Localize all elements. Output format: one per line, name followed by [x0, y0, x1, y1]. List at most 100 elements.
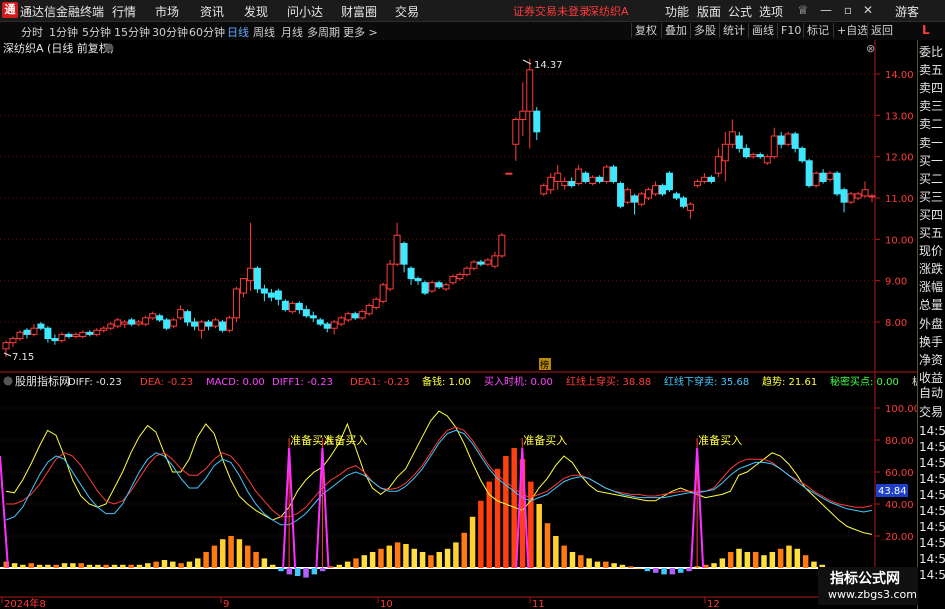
sidebar-item-1[interactable]: 卖五 — [919, 61, 945, 80]
minimize-icon[interactable]: — — [818, 2, 834, 18]
sidebar-item-12[interactable]: 涨跌 — [919, 260, 945, 279]
period-daily[interactable]: 日线 — [227, 24, 249, 40]
menu-faxian[interactable]: 发现 — [244, 3, 268, 20]
candle — [665, 171, 673, 192]
candle-body — [79, 331, 87, 337]
login-status[interactable]: 证券交易未登录 — [513, 3, 590, 19]
sidebar-item-10[interactable]: 买五 — [919, 224, 945, 243]
candle — [428, 280, 436, 294]
sidebar-item-9[interactable]: 买四 — [919, 206, 945, 225]
sidebar-item-16[interactable]: 换手 — [919, 333, 945, 352]
menu-caifuquan[interactable]: 财富圈 — [341, 3, 377, 20]
sidebar-item-11[interactable]: 现价 — [919, 242, 945, 261]
period-1min[interactable]: 1分钟 — [49, 24, 78, 40]
indicator-bar — [45, 564, 51, 568]
stock-chart[interactable]: 深纺织A (日线 前复权) ⌄ ⊗ 14.37 7.15 14.00 13.00 1… — [0, 40, 917, 609]
indicator-bar — [253, 552, 259, 568]
period-60min[interactable]: 60分钟 — [189, 24, 225, 40]
sidebar-item-4[interactable]: 卖二 — [919, 115, 945, 134]
indicator-name: 股朋指标网 — [15, 374, 70, 388]
period-fenshi[interactable]: 分时 — [21, 24, 43, 40]
indicator-bar — [261, 558, 268, 568]
guest-label[interactable]: 游客 — [895, 3, 919, 20]
indicator-bar — [369, 552, 376, 568]
candle — [617, 181, 625, 209]
menu-banmian[interactable]: 版面 — [697, 3, 721, 20]
candle — [505, 172, 513, 175]
indicator-bar — [561, 545, 567, 568]
period-more[interactable]: 更多 > — [343, 24, 378, 40]
btn-tongji[interactable]: 统计 — [719, 23, 748, 38]
indicator-bar — [603, 561, 609, 568]
sidebar-item-8[interactable]: 买三 — [919, 188, 945, 207]
sidebar-item-5[interactable]: 卖一 — [919, 134, 945, 153]
candle-body — [219, 321, 226, 331]
candle-body — [791, 133, 799, 149]
panel-collapse-icon[interactable]: ⊗ — [866, 42, 875, 55]
menu-hangqing[interactable]: 行情 — [112, 3, 136, 20]
candle-body — [232, 288, 240, 319]
sidebar-item-3[interactable]: 卖三 — [919, 97, 945, 116]
tb-l-tag[interactable]: L — [922, 23, 930, 37]
period-30min[interactable]: 30分钟 — [152, 24, 188, 40]
indicator-bar — [86, 564, 93, 568]
menu-gongneng[interactable]: 功能 — [665, 3, 689, 20]
sidebar-trade[interactable]: 交易 — [919, 403, 945, 422]
candle-body — [847, 193, 855, 203]
indicator-bar — [378, 548, 384, 568]
skin-icon[interactable]: ♕ — [795, 2, 811, 18]
period-5min[interactable]: 5分钟 — [82, 24, 111, 40]
sidebar-item-0[interactable]: 委比 — [919, 43, 945, 62]
btn-duogu[interactable]: 多股 — [690, 23, 719, 38]
btn-diejia[interactable]: 叠加 — [661, 23, 690, 38]
menu-wenxiaoda[interactable]: 问小达 — [287, 3, 323, 20]
candle-body — [309, 315, 317, 319]
candle-body — [246, 267, 254, 282]
candle-body — [735, 135, 743, 149]
x-tick-label: 2024年8 — [4, 597, 46, 609]
sidebar-time-8: 14:5 — [919, 552, 945, 566]
btn-fuquan[interactable]: 复权 — [631, 23, 660, 38]
candle-body — [470, 261, 478, 269]
period-15min[interactable]: 15分钟 — [114, 24, 150, 40]
indicator-value: 买入时机: 0.00 — [484, 375, 553, 388]
menu-shichang[interactable]: 市场 — [155, 3, 179, 20]
btn-huaxian[interactable]: 画线 — [748, 23, 777, 38]
btn-zixuan[interactable]: +自选 — [833, 23, 871, 38]
candle-body — [540, 185, 548, 195]
candle-body — [107, 323, 115, 329]
candle — [232, 286, 240, 322]
candle-body — [128, 319, 136, 325]
indicator-bar — [744, 552, 751, 568]
sidebar-item-13[interactable]: 涨幅 — [919, 278, 945, 297]
candle-body — [2, 342, 10, 350]
maximize-icon[interactable]: ▫ — [840, 2, 856, 18]
period-multi[interactable]: 多周期 — [307, 24, 340, 40]
x-tick-label: 12 — [707, 599, 720, 609]
period-weekly[interactable]: 周线 — [253, 24, 275, 40]
menu-gongshi[interactable]: 公式 — [728, 3, 752, 20]
sidebar-item-6[interactable]: 买一 — [919, 152, 945, 171]
close-icon[interactable]: ✕ — [860, 2, 876, 18]
candle — [610, 164, 618, 184]
btn-fanhui[interactable]: 返回 — [867, 23, 896, 38]
sidebar-item-7[interactable]: 买二 — [919, 170, 945, 189]
candle-body — [547, 176, 555, 191]
indicator-options-icon[interactable] — [3, 376, 13, 386]
sidebar-auto[interactable]: 自动 — [919, 384, 945, 403]
candle-body — [805, 160, 813, 187]
menu-jiaoyi[interactable]: 交易 — [395, 3, 419, 20]
menu-xuanxiang[interactable]: 选项 — [759, 3, 783, 20]
sidebar-item-15[interactable]: 外盘 — [919, 315, 945, 334]
indicator-bar — [361, 555, 368, 568]
candle — [645, 187, 653, 201]
btn-biaoji[interactable]: 标记 — [803, 23, 832, 38]
btn-f10[interactable]: F10 — [777, 23, 804, 38]
menu-zixun[interactable]: 资讯 — [200, 3, 224, 20]
period-monthly[interactable]: 月线 — [281, 24, 303, 40]
sidebar-item-17[interactable]: 净资 — [919, 351, 945, 370]
sidebar-item-2[interactable]: 卖四 — [919, 79, 945, 98]
candle-body — [652, 185, 659, 195]
sidebar-item-14[interactable]: 总量 — [919, 296, 945, 315]
candle-body — [225, 317, 233, 331]
